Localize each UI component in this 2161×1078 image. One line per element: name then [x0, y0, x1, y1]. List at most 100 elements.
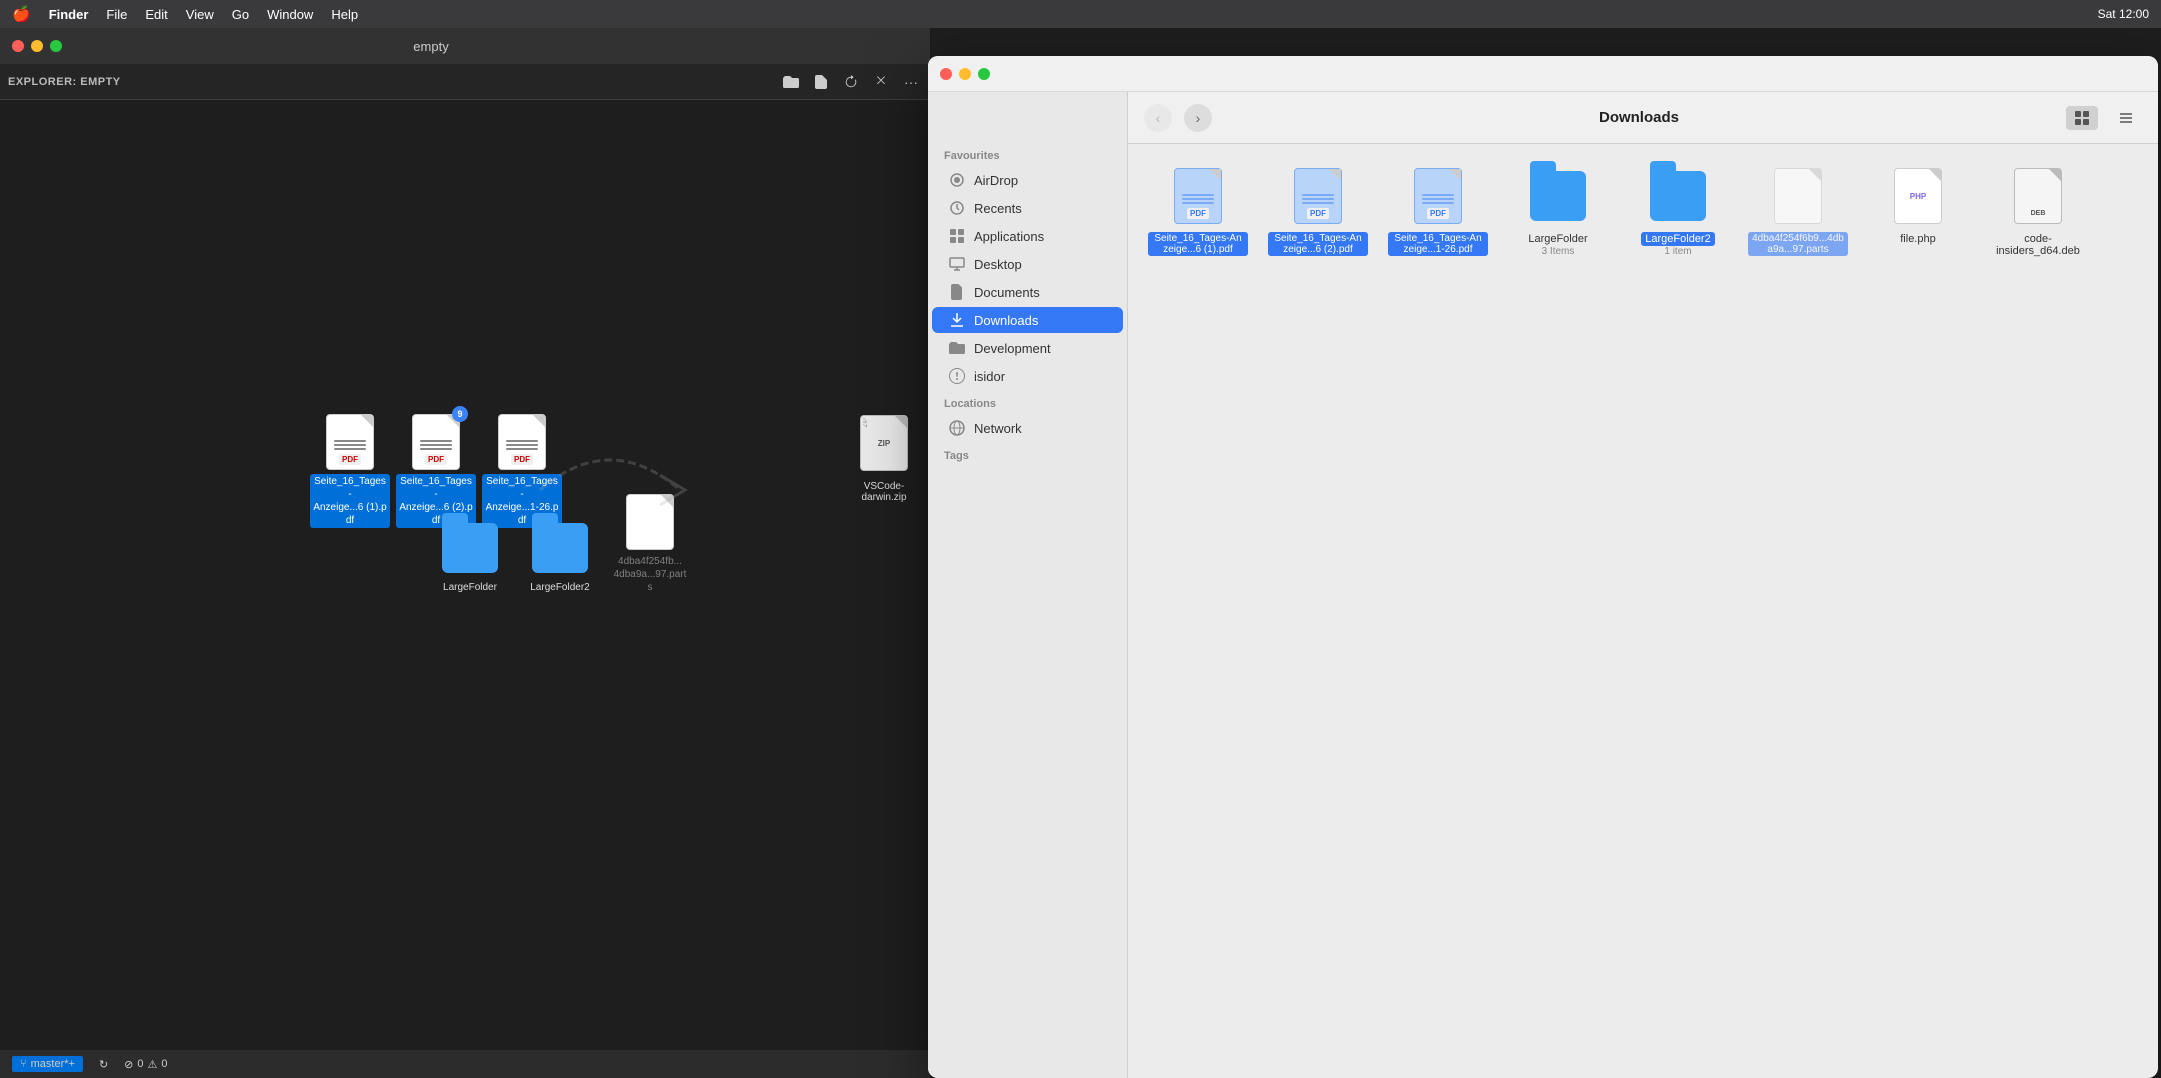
grid-php-icon: PHP	[1890, 164, 1946, 228]
folder2-icon	[532, 516, 588, 580]
sidebar-item-downloads[interactable]: Downloads	[932, 307, 1123, 333]
collapse-button[interactable]	[870, 71, 892, 93]
git-branch-icon: ⑂	[20, 1058, 27, 1070]
grid-item-pdf3[interactable]: PDF Seite_16_Tages-Anzeige...1-26.pdf	[1388, 164, 1488, 258]
main-area: empty EXPLORER: EMPTY	[0, 28, 2161, 1078]
menubar-right: Sat 12:00	[2098, 7, 2149, 21]
desktop-label: Desktop	[974, 257, 1022, 272]
finder-main: ‹ › Downloads	[1128, 92, 2158, 1078]
finder-window-title: Downloads	[1599, 109, 1679, 126]
more-button[interactable]: ···	[900, 71, 922, 93]
sidebar-item-airdrop[interactable]: AirDrop	[932, 167, 1123, 193]
finder-maximize-button[interactable]	[978, 68, 990, 80]
sync-icon: ↻	[99, 1058, 108, 1071]
branch-indicator[interactable]: ⑂ master*+	[12, 1056, 83, 1072]
menu-edit[interactable]: Edit	[145, 7, 167, 22]
error-icon: ⊘	[124, 1058, 133, 1071]
sidebar-item-desktop[interactable]: Desktop	[932, 251, 1123, 277]
sidebar-item-documents[interactable]: Documents	[932, 279, 1123, 305]
grid-pdf1-label: Seite_16_Tages-Anzeige...6 (1).pdf	[1148, 232, 1248, 256]
menu-help[interactable]: Help	[331, 7, 358, 22]
finder-toolbar: ‹ › Downloads	[1128, 92, 2158, 144]
grid-item-largefolder2[interactable]: LargeFolder2 1 item	[1628, 164, 1728, 258]
error-number: 0	[137, 1058, 143, 1070]
menu-finder[interactable]: Finder	[49, 7, 89, 22]
favourites-label: Favourites	[928, 142, 1127, 166]
minimize-button[interactable]	[31, 40, 43, 52]
icon-view-button[interactable]	[2066, 106, 2098, 130]
partial-label: 4dba4f254fb...4dba9a...97.parts	[610, 554, 690, 595]
applications-label: Applications	[974, 229, 1044, 244]
sidebar-item-applications[interactable]: Applications	[932, 223, 1123, 249]
grid-folder2-label: LargeFolder2	[1641, 232, 1714, 246]
desktop-icon	[948, 255, 966, 273]
grid-pdf1-icon: PDF	[1170, 164, 1226, 228]
sidebar-item-network[interactable]: Network	[932, 415, 1123, 441]
explorer-label: EXPLORER: EMPTY	[8, 76, 121, 88]
pdf2-icon: PDF 9	[408, 410, 464, 474]
tags-label: Tags	[928, 442, 1127, 466]
close-button[interactable]	[12, 40, 24, 52]
menu-window[interactable]: Window	[267, 7, 313, 22]
list-view-button[interactable]	[2110, 106, 2142, 130]
network-icon	[948, 419, 966, 437]
grid-item-largefolder[interactable]: LargeFolder 3 Items	[1508, 164, 1608, 258]
grid-pdf3-label: Seite_16_Tages-Anzeige...1-26.pdf	[1388, 232, 1488, 256]
recents-icon	[948, 199, 966, 217]
downloads-label: Downloads	[974, 313, 1038, 328]
new-folder-button[interactable]	[780, 71, 802, 93]
grid-item-pdf1[interactable]: PDF Seite_16_Tages-Anzeige...6 (1).pdf	[1148, 164, 1248, 258]
isidor-icon	[948, 367, 966, 385]
menu-view[interactable]: View	[186, 7, 214, 22]
sidebar-item-development[interactable]: Development	[932, 335, 1123, 361]
grid-item-pdf2[interactable]: PDF Seite_16_Tages-Anzeige...6 (2).pdf	[1268, 164, 1368, 258]
finder-titlebar	[928, 56, 2158, 92]
finder-traffic-lights	[940, 68, 990, 80]
sync-status[interactable]: ↻	[99, 1058, 108, 1071]
back-button[interactable]: ‹	[1144, 104, 1172, 132]
documents-icon	[948, 283, 966, 301]
pdf1-icon: PDF	[322, 410, 378, 474]
error-count[interactable]: ⊘ 0 ⚠ 0	[124, 1058, 167, 1071]
clock: Sat 12:00	[2098, 7, 2149, 21]
finder-minimize-button[interactable]	[959, 68, 971, 80]
finder-close-button[interactable]	[940, 68, 952, 80]
grid-pdf2-label: Seite_16_Tages-Anzeige...6 (2).pdf	[1268, 232, 1368, 256]
new-file-button[interactable]	[810, 71, 832, 93]
drag-folder2[interactable]: LargeFolder2	[520, 516, 600, 595]
branch-name: master*+	[31, 1058, 75, 1070]
grid-item-partial[interactable]: 4dba4f254f6b9...4dba9a...97.parts	[1748, 164, 1848, 258]
drag-partial[interactable]: 4dba4f254fb...4dba9a...97.parts	[610, 490, 690, 595]
grid-deb-icon: DEB	[2010, 164, 2066, 228]
menu-go[interactable]: Go	[232, 7, 249, 22]
grid-deb-label: code-insiders_d64.deb	[1988, 232, 2088, 258]
maximize-button[interactable]	[50, 40, 62, 52]
statusbar: ⑂ master*+ ↻ ⊘ 0 ⚠ 0	[0, 1050, 930, 1078]
finder-window: Favourites AirDrop	[928, 56, 2158, 1078]
sidebar-item-recents[interactable]: Recents	[932, 195, 1123, 221]
development-label: Development	[974, 341, 1051, 356]
downloads-icon	[948, 311, 966, 329]
sidebar-item-isidor[interactable]: isidor	[932, 363, 1123, 389]
drag-pdf1[interactable]: PDF Seite_16_Tages-Anzeige...6 (1).pdf	[310, 410, 390, 528]
explorer-toolbar: EXPLORER: EMPTY	[0, 64, 930, 100]
drag-file-row2: LargeFolder LargeFolder2 4dba4f254fb...4…	[430, 490, 690, 595]
desktop-zip-item: ZIP ZIP VSCode-darwin.zip	[860, 415, 908, 503]
apple-menu[interactable]: 🍎	[12, 5, 31, 23]
grid-partial-icon	[1770, 164, 1826, 228]
folder1-icon	[442, 516, 498, 580]
refresh-button[interactable]	[840, 71, 862, 93]
menu-file[interactable]: File	[106, 7, 127, 22]
grid-item-php[interactable]: PHP file.php	[1868, 164, 1968, 258]
recents-label: Recents	[974, 201, 1022, 216]
grid-pdf2-icon: PDF	[1290, 164, 1346, 228]
warning-icon: ⚠	[148, 1058, 158, 1071]
warning-number: 0	[161, 1058, 167, 1070]
zip-icon[interactable]: ZIP ZIP	[860, 415, 908, 471]
grid-item-deb[interactable]: DEB code-insiders_d64.deb	[1988, 164, 2088, 258]
forward-button[interactable]: ›	[1184, 104, 1212, 132]
editor-titlebar: empty	[0, 28, 930, 64]
partial-icon-wrapper	[622, 490, 678, 554]
folder2-label: LargeFolder2	[527, 580, 592, 595]
drag-folder1[interactable]: LargeFolder	[430, 516, 510, 595]
